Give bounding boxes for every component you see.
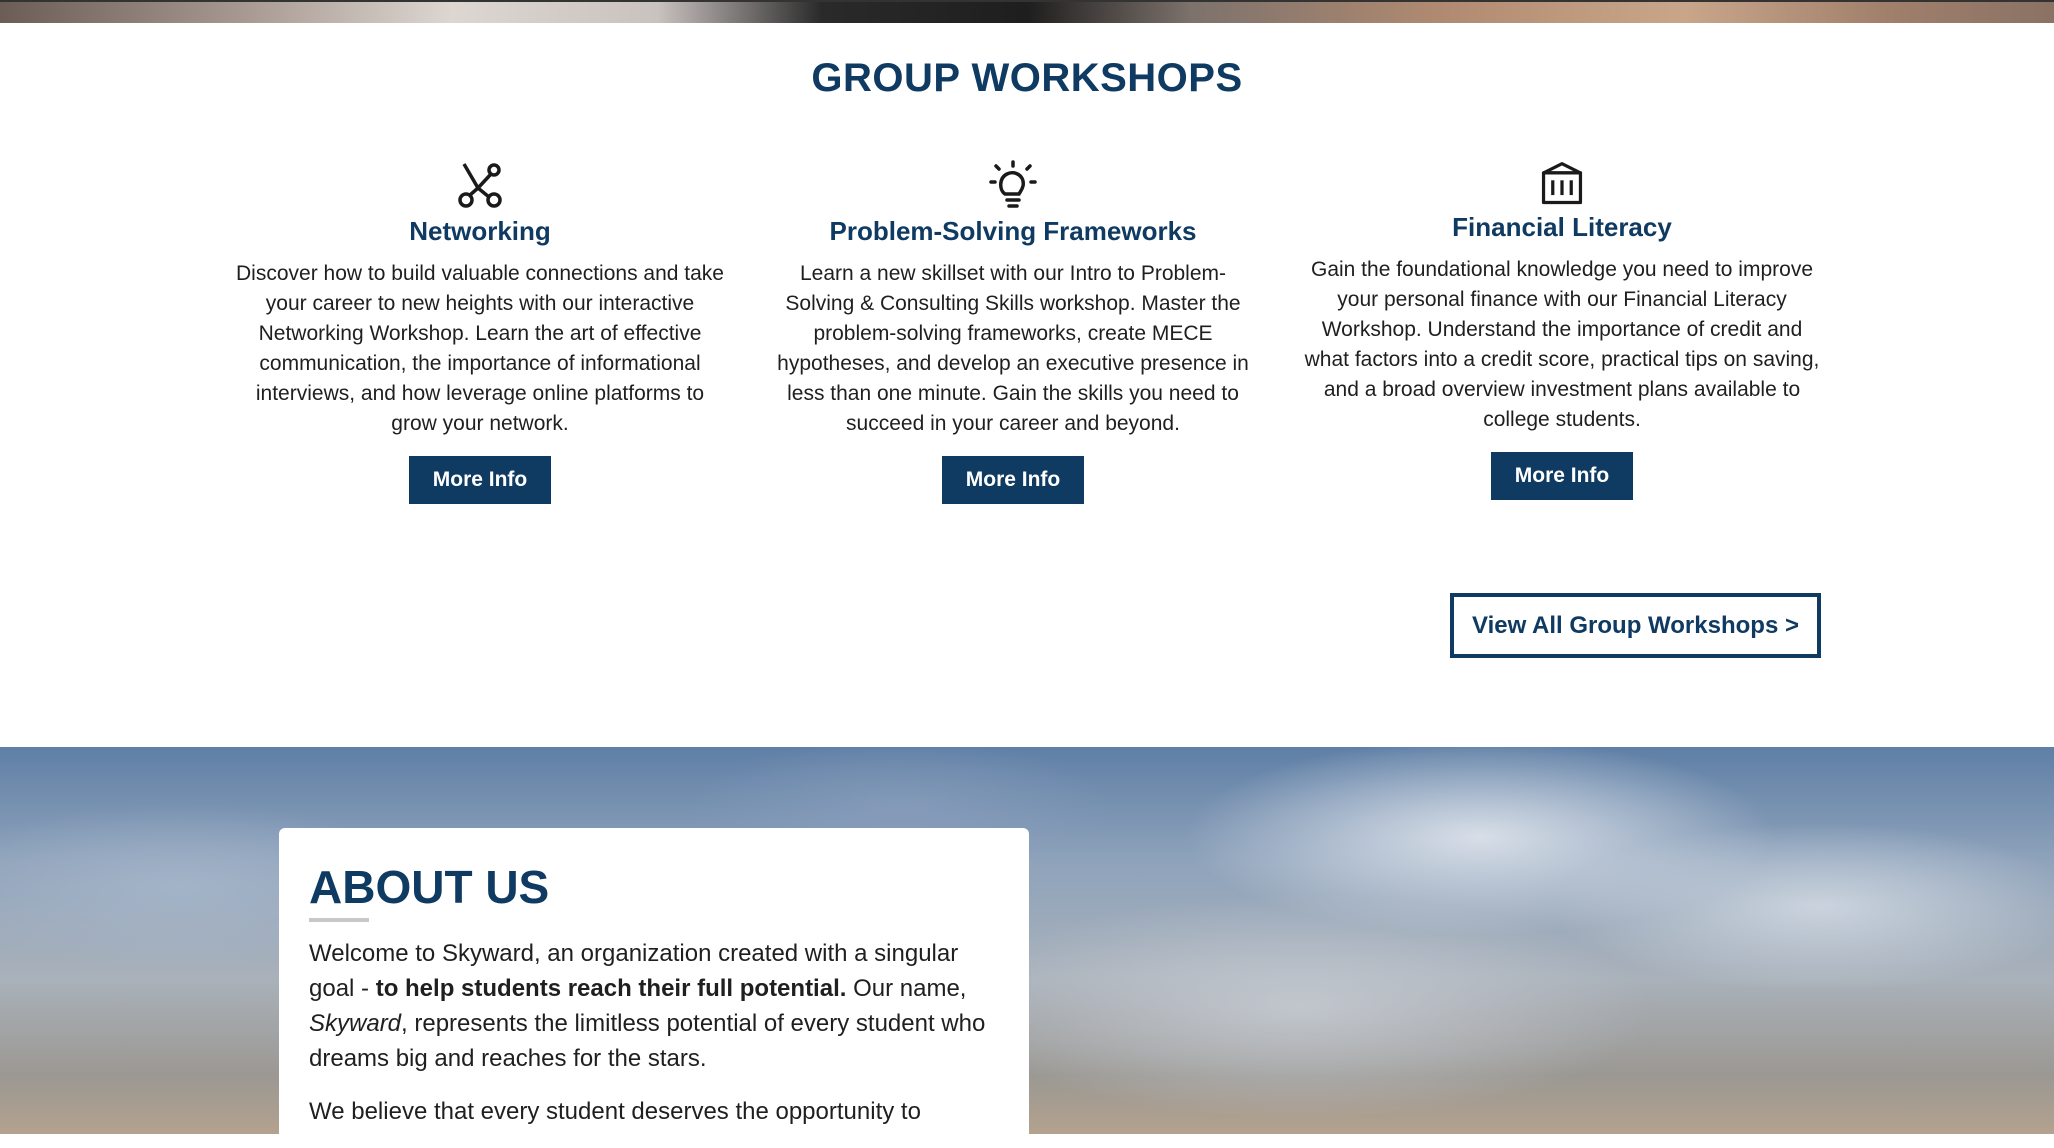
workshop-card-financial-literacy: Financial Literacy Gain the foundational…	[1300, 160, 1824, 500]
lightbulb-icon	[989, 160, 1037, 208]
bank-icon	[1541, 162, 1583, 205]
workshop-description: Discover how to build valuable connectio…	[236, 262, 724, 435]
section-title: GROUP WORKSHOPS	[811, 56, 1243, 100]
about-us-card: ABOUT US Welcome to Skyward, an organiza…	[279, 828, 1029, 1148]
workshop-card-networking: Networking Discover how to build valuabl…	[232, 160, 728, 504]
network-icon	[458, 163, 502, 208]
workshop-title: Networking	[409, 216, 551, 246]
workshop-description: Gain the foundational knowledge you need…	[1304, 258, 1820, 431]
about-brand-name: Skyward	[309, 1010, 402, 1037]
about-text: , represents the limitless potential of …	[309, 1010, 986, 1072]
about-text: Our name,	[846, 975, 967, 1002]
title-underline	[309, 918, 369, 922]
workshop-description: Learn a new skillset with our Intro to P…	[777, 262, 1249, 435]
more-info-button[interactable]: More Info	[1490, 452, 1634, 500]
more-info-button[interactable]: More Info	[941, 456, 1085, 504]
more-info-button[interactable]: More Info	[408, 456, 552, 504]
view-all-workshops-button[interactable]: View All Group Workshops >	[1450, 593, 1821, 658]
workshop-card-problem-solving: Problem-Solving Frameworks Learn a new s…	[768, 160, 1258, 504]
about-paragraph-2: We believe that every student deserves t…	[309, 1098, 921, 1125]
workshop-title: Problem-Solving Frameworks	[829, 216, 1197, 246]
about-title: ABOUT US	[309, 861, 550, 913]
about-emphasis: to help students reach their full potent…	[375, 975, 847, 1002]
hero-image-strip	[0, 0, 2054, 23]
about-paragraph-1: Welcome to Skyward, an organization crea…	[309, 936, 999, 1076]
workshop-title: Financial Literacy	[1452, 212, 1672, 242]
